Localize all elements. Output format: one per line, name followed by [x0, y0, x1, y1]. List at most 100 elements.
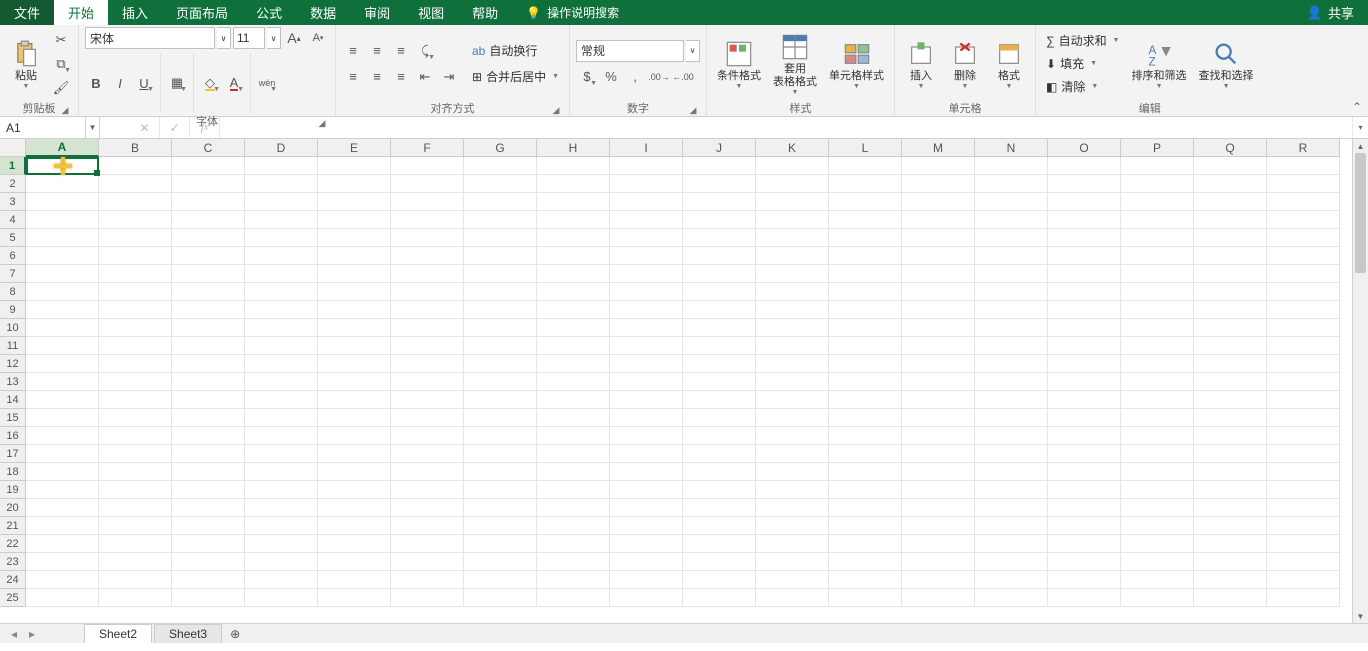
cell[interactable]	[975, 517, 1048, 535]
cell[interactable]	[902, 265, 975, 283]
cell[interactable]	[464, 157, 537, 175]
cut-button[interactable]: ✂	[50, 29, 72, 51]
cell[interactable]	[26, 193, 99, 211]
cell[interactable]	[756, 409, 829, 427]
cell[interactable]	[391, 319, 464, 337]
cell[interactable]	[245, 283, 318, 301]
cell[interactable]	[829, 157, 902, 175]
row-header[interactable]: 11	[0, 337, 26, 355]
cell[interactable]	[902, 517, 975, 535]
cell[interactable]	[537, 409, 610, 427]
font-name-dropdown[interactable]: ∨	[217, 27, 231, 49]
row-header[interactable]: 23	[0, 553, 26, 571]
cell[interactable]	[902, 157, 975, 175]
cell[interactable]	[683, 517, 756, 535]
cell[interactable]	[172, 301, 245, 319]
cell[interactable]	[1267, 229, 1340, 247]
cell[interactable]	[99, 301, 172, 319]
cell[interactable]	[318, 517, 391, 535]
cell[interactable]	[756, 463, 829, 481]
align-left-button[interactable]: ≡	[342, 66, 364, 88]
cell[interactable]	[172, 517, 245, 535]
cell[interactable]	[26, 175, 99, 193]
cell[interactable]	[975, 463, 1048, 481]
scroll-thumb[interactable]	[1355, 153, 1366, 273]
tab-page-layout[interactable]: 页面布局	[162, 0, 242, 25]
cell[interactable]	[318, 157, 391, 175]
cell[interactable]	[756, 247, 829, 265]
cell[interactable]	[1267, 535, 1340, 553]
cell[interactable]	[829, 373, 902, 391]
cell[interactable]	[1121, 283, 1194, 301]
cell[interactable]	[756, 589, 829, 607]
row-header[interactable]: 6	[0, 247, 26, 265]
cell[interactable]	[1048, 301, 1121, 319]
increase-decimal-button[interactable]: .00→	[648, 66, 670, 88]
cell[interactable]	[464, 391, 537, 409]
cell[interactable]	[99, 283, 172, 301]
cell[interactable]	[756, 355, 829, 373]
cell[interactable]	[902, 301, 975, 319]
cell[interactable]	[829, 175, 902, 193]
cell[interactable]	[683, 247, 756, 265]
cell[interactable]	[464, 481, 537, 499]
cell[interactable]	[26, 319, 99, 337]
cell[interactable]	[318, 373, 391, 391]
cell-styles-button[interactable]: 单元格样式 ▼	[825, 36, 888, 92]
cell[interactable]	[391, 427, 464, 445]
sheet-tab-1[interactable]: Sheet3	[154, 624, 222, 643]
orientation-button[interactable]: ⤹▼	[414, 40, 436, 62]
cell[interactable]	[245, 571, 318, 589]
cell[interactable]	[1048, 535, 1121, 553]
cell[interactable]	[975, 553, 1048, 571]
row-header[interactable]: 4	[0, 211, 26, 229]
cell[interactable]	[26, 589, 99, 607]
cell[interactable]	[683, 427, 756, 445]
cell[interactable]	[1267, 427, 1340, 445]
merge-center-button[interactable]: ⊞ 合并后居中 ▼	[468, 66, 563, 88]
cell[interactable]	[902, 337, 975, 355]
cell[interactable]	[26, 337, 99, 355]
column-header[interactable]: D	[245, 139, 318, 157]
cell[interactable]	[1121, 463, 1194, 481]
tab-formulas[interactable]: 公式	[242, 0, 296, 25]
cell[interactable]	[172, 571, 245, 589]
cell[interactable]	[318, 553, 391, 571]
cell[interactable]	[975, 481, 1048, 499]
cell[interactable]	[1121, 427, 1194, 445]
cell[interactable]	[1194, 157, 1267, 175]
row-header[interactable]: 10	[0, 319, 26, 337]
underline-button[interactable]: U▼	[133, 72, 155, 94]
cell[interactable]	[829, 481, 902, 499]
cell[interactable]	[902, 193, 975, 211]
cell[interactable]	[829, 193, 902, 211]
cell[interactable]	[1267, 409, 1340, 427]
cell[interactable]	[1121, 229, 1194, 247]
cell[interactable]	[26, 499, 99, 517]
cell[interactable]	[99, 247, 172, 265]
cell[interactable]	[391, 571, 464, 589]
cell[interactable]	[1048, 229, 1121, 247]
cell[interactable]	[683, 283, 756, 301]
cell[interactable]	[1194, 373, 1267, 391]
cell[interactable]	[99, 175, 172, 193]
cell[interactable]	[610, 319, 683, 337]
sheet-tab-0[interactable]: Sheet2	[84, 624, 152, 643]
align-middle-button[interactable]: ≡	[366, 40, 388, 62]
cell[interactable]	[1194, 535, 1267, 553]
cell[interactable]	[99, 193, 172, 211]
cell[interactable]	[172, 175, 245, 193]
tab-review[interactable]: 审阅	[350, 0, 404, 25]
row-header[interactable]: 20	[0, 499, 26, 517]
cell[interactable]	[975, 193, 1048, 211]
cell[interactable]	[537, 553, 610, 571]
cell[interactable]	[99, 337, 172, 355]
cell[interactable]	[902, 481, 975, 499]
cell[interactable]	[172, 499, 245, 517]
cell[interactable]	[99, 229, 172, 247]
cell[interactable]	[99, 445, 172, 463]
cell[interactable]	[829, 499, 902, 517]
cell[interactable]	[1267, 301, 1340, 319]
column-header[interactable]: O	[1048, 139, 1121, 157]
cell[interactable]	[391, 301, 464, 319]
